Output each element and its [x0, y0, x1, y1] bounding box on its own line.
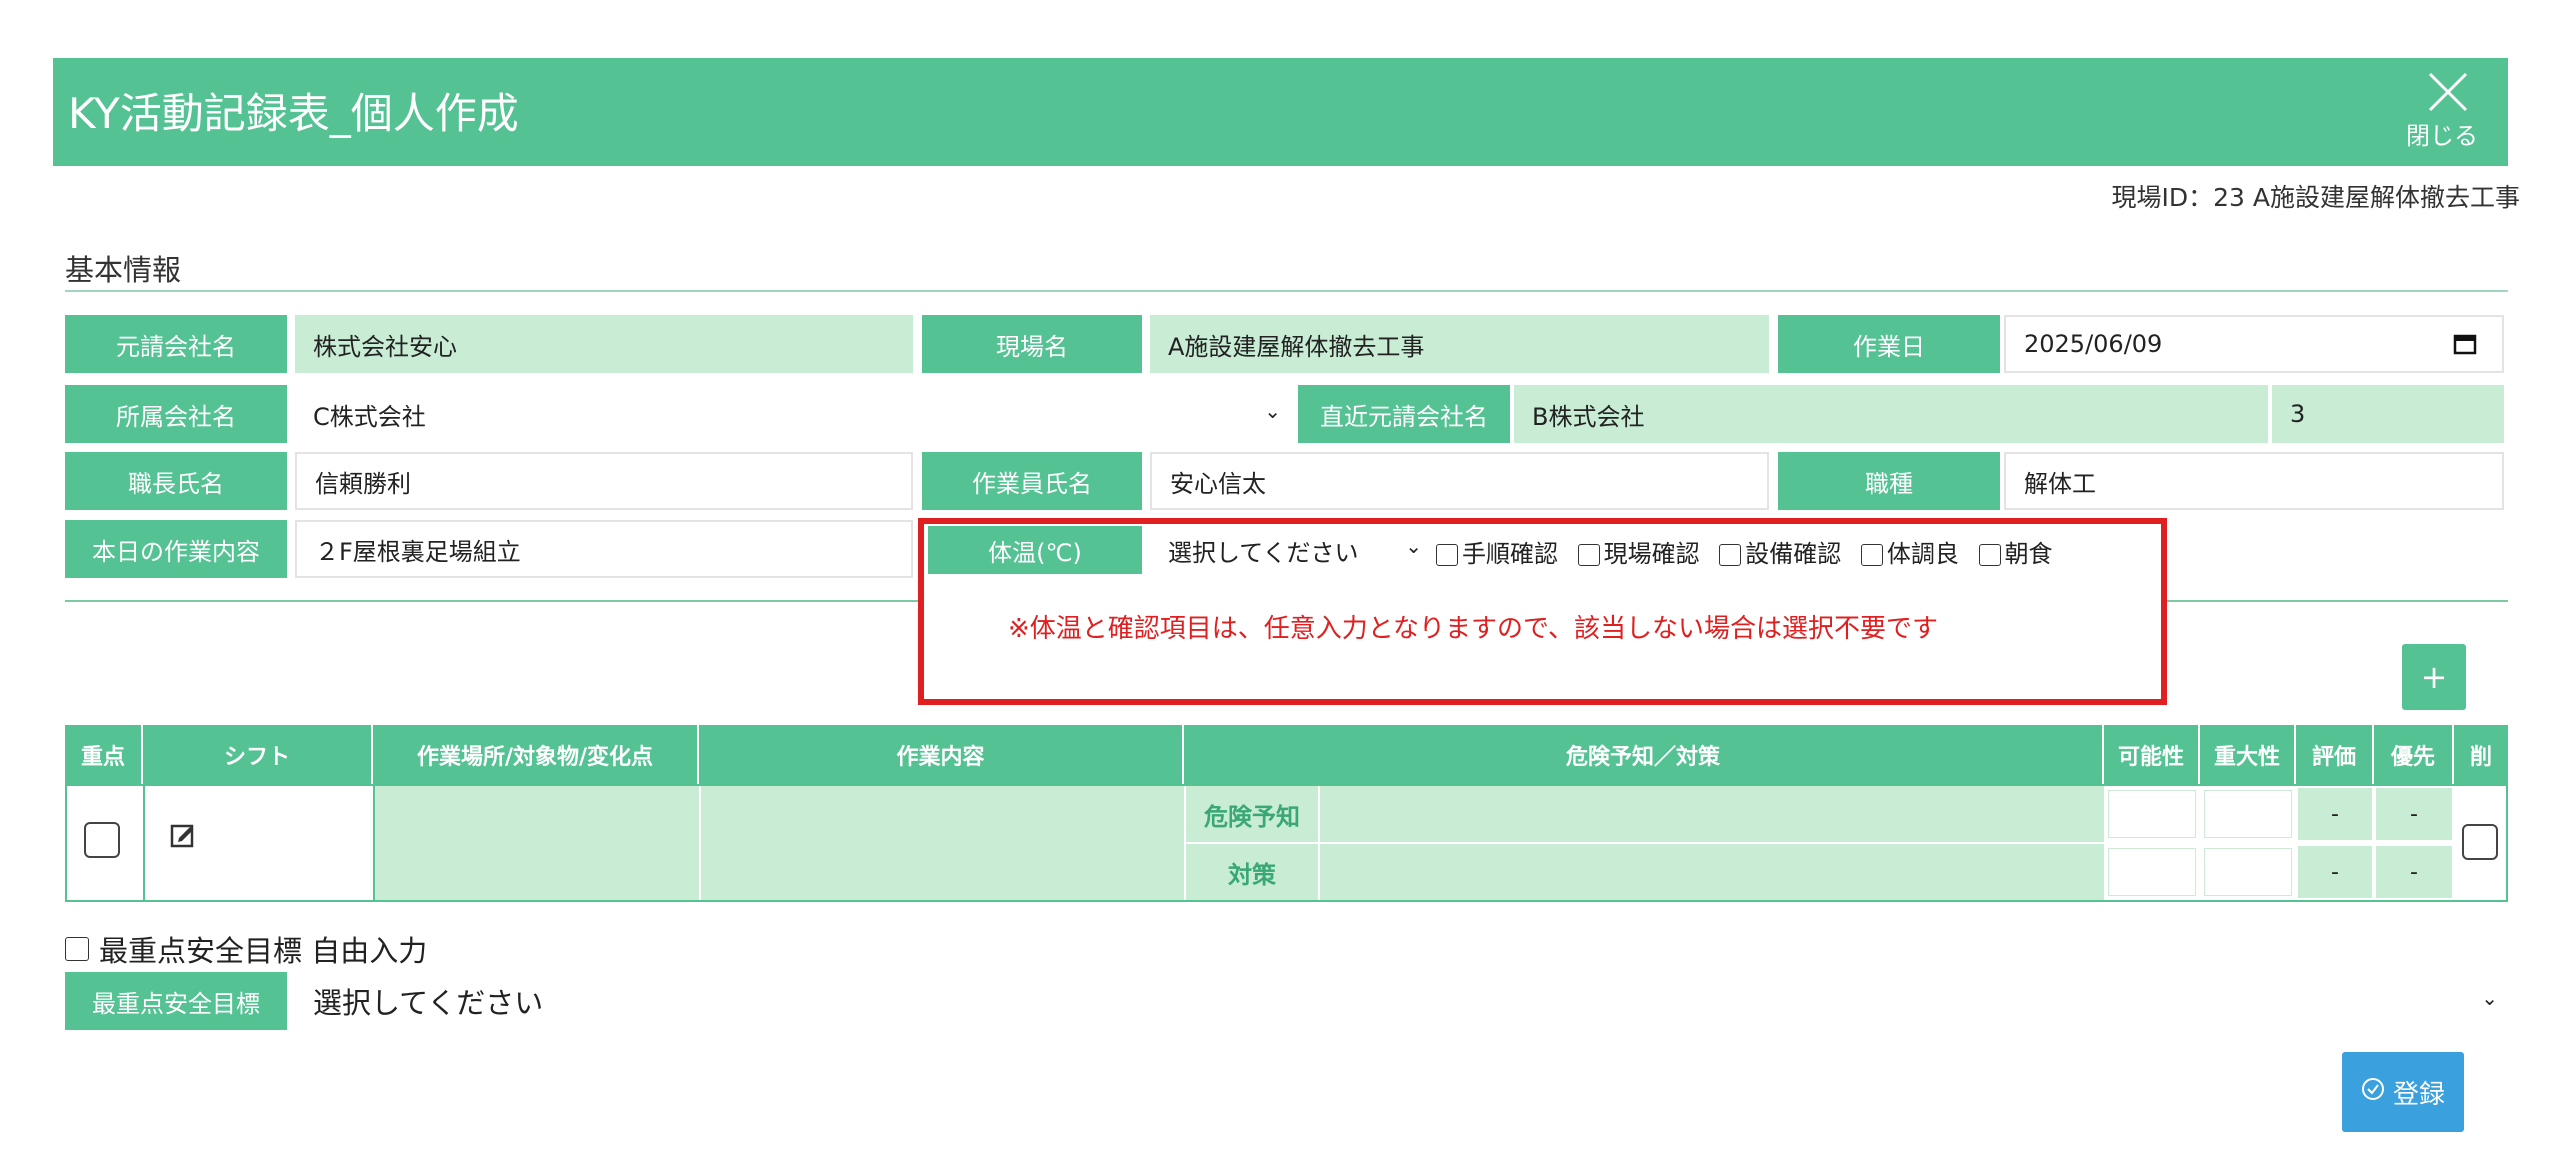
hazard-input[interactable] — [1320, 786, 2104, 842]
checkbox[interactable] — [65, 937, 89, 961]
job-type-input[interactable]: 解体工 — [2004, 452, 2504, 510]
th-severity: 重大性 — [2200, 725, 2296, 784]
modal-title: KY活動記録表_個人作成 — [68, 89, 519, 138]
th-priority-flag: 重点 — [65, 725, 143, 784]
th-likelihood: 可能性 — [2104, 725, 2200, 784]
close-icon[interactable] — [2420, 66, 2476, 122]
priority-checkbox[interactable] — [84, 822, 120, 858]
label-direct-contractor: 直近元請会社名 — [1298, 385, 1510, 443]
foreman-input[interactable]: 信頼勝利 — [295, 452, 913, 510]
field-prime-contractor: 株式会社安心 — [295, 315, 913, 373]
th-delete: 削 — [2454, 725, 2508, 784]
label-foreman: 職長氏名 — [65, 452, 287, 510]
today-work-input[interactable]: ２F屋根裏足場組立 — [295, 520, 913, 578]
label-affiliation: 所属会社名 — [65, 385, 287, 443]
chevron-down-icon: ⌄ — [1264, 399, 1281, 423]
label-job-type: 職種 — [1778, 452, 2000, 510]
label-worker: 作業員氏名 — [922, 452, 1142, 510]
th-shift: シフト — [143, 725, 373, 784]
notice-text: ※体温と確認項目は、任意入力となりますので、該当しない場合は選択不要です — [1008, 614, 1938, 644]
delete-checkbox[interactable] — [2462, 824, 2498, 860]
th-location: 作業場所/対象物/変化点 — [373, 725, 699, 784]
free-input-toggle[interactable]: 最重点安全目標 自由入力 — [65, 928, 427, 970]
likelihood-input-measure[interactable] — [2108, 848, 2196, 896]
severity-input-hazard[interactable] — [2204, 790, 2292, 838]
th-work-content: 作業内容 — [699, 725, 1184, 784]
field-tier: 3 — [2272, 385, 2504, 443]
field-direct-contractor: B株式会社 — [1514, 385, 2268, 443]
register-button[interactable]: 登録 — [2342, 1052, 2464, 1132]
label-prime-contractor: 元請会社名 — [65, 315, 287, 373]
label-measure: 対策 — [1186, 844, 1318, 900]
th-evaluation: 評価 — [2296, 725, 2374, 784]
evaluation-hazard: - — [2298, 788, 2372, 840]
safety-goal-select[interactable]: 選択してください ⌄ — [295, 972, 2508, 1030]
section-title-basic-info: 基本情報 — [65, 253, 182, 287]
field-site-name: A施設建屋解体撤去工事 — [1150, 315, 1769, 373]
label-safety-goal: 最重点安全目標 — [65, 972, 287, 1030]
label-work-date: 作業日 — [1778, 315, 2000, 373]
label-today-work: 本日の作業内容 — [65, 520, 287, 578]
affiliation-select[interactable]: C株式会社 ⌄ — [295, 385, 1295, 443]
work-date-value: 2025/06/09 — [2024, 330, 2163, 358]
cell-location[interactable] — [375, 786, 699, 900]
likelihood-input-hazard[interactable] — [2108, 790, 2196, 838]
free-input-label: 最重点安全目標 自由入力 — [99, 934, 428, 968]
th-hazard-measure: 危険予知／対策 — [1184, 725, 2104, 784]
priority-hazard: - — [2376, 788, 2452, 840]
col-divider — [143, 784, 145, 902]
label-hazard: 危険予知 — [1186, 786, 1318, 842]
add-row-button[interactable]: + — [2402, 644, 2466, 710]
section-divider — [65, 290, 2508, 292]
chevron-down-icon: ⌄ — [2481, 986, 2498, 1010]
calendar-icon[interactable] — [2452, 331, 2478, 363]
safety-goal-value: 選択してください — [313, 986, 544, 1020]
severity-input-measure[interactable] — [2204, 848, 2292, 896]
work-date-input[interactable]: 2025/06/09 — [2004, 315, 2504, 373]
site-id: 現場ID：23 A施設建屋解体撤去工事 — [2111, 183, 2521, 212]
register-label: 登録 — [2392, 1079, 2445, 1110]
close-button-label[interactable]: 閉じる — [2406, 116, 2478, 151]
evaluation-measure: - — [2298, 846, 2372, 898]
label-site-name: 現場名 — [922, 315, 1142, 373]
priority-measure: - — [2376, 846, 2452, 898]
th-priority: 優先 — [2374, 725, 2454, 784]
worker-input[interactable]: 安心信太 — [1150, 452, 1769, 510]
affiliation-value: C株式会社 — [313, 402, 426, 431]
cell-work-content[interactable] — [701, 786, 1184, 900]
check-circle-icon — [2361, 1077, 2385, 1108]
edit-icon[interactable] — [170, 822, 196, 852]
measure-input[interactable] — [1320, 844, 2104, 900]
